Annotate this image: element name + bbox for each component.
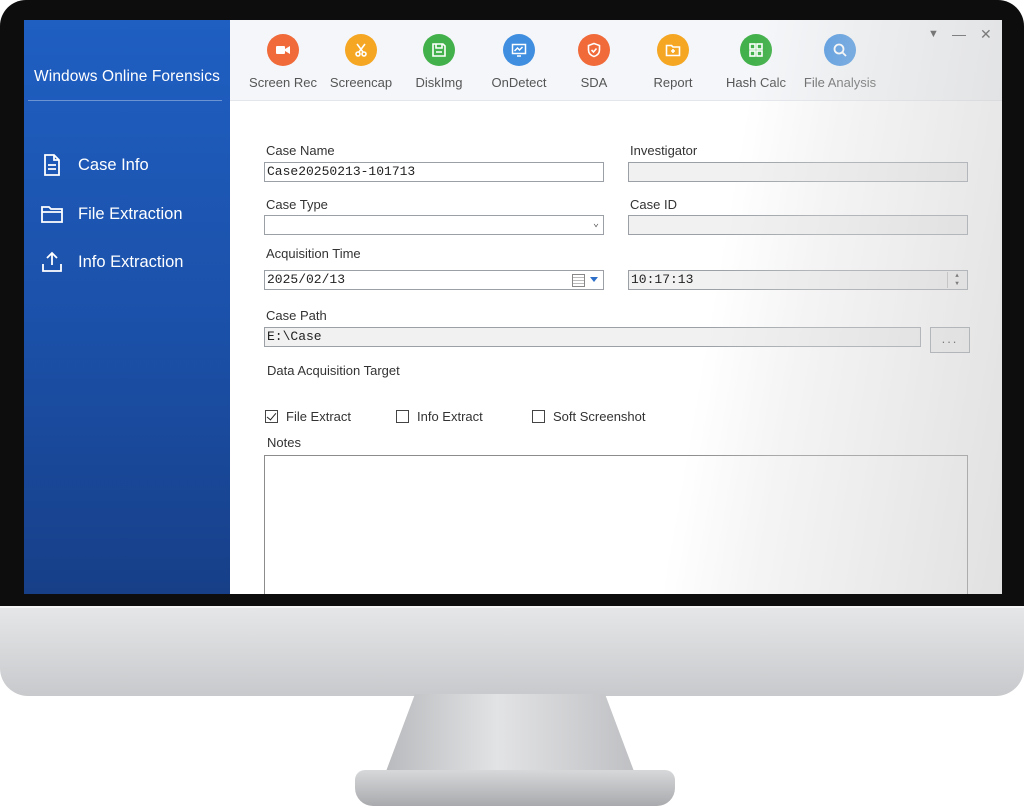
sidebar: Windows Online Forensics Case Info File … [24, 20, 230, 594]
checkbox-unchecked-icon[interactable] [532, 410, 545, 423]
sidebar-item-label: Case Info [78, 155, 149, 174]
monitor-chart-icon [503, 34, 535, 66]
checkbox-label: Info Extract [417, 409, 483, 424]
browse-button[interactable]: ... [930, 327, 970, 353]
close-button[interactable]: ✕ [980, 26, 992, 43]
checkbox-unchecked-icon[interactable] [396, 410, 409, 423]
checkbox-checked-icon[interactable] [265, 410, 278, 423]
screencap-button[interactable]: Screencap [321, 34, 401, 90]
upload-icon [42, 251, 62, 272]
notes-textarea[interactable] [264, 455, 968, 594]
app-window: Windows Online Forensics Case Info File … [24, 20, 1002, 594]
ondetect-button[interactable]: OnDetect [479, 34, 559, 90]
tool-label: Screencap [329, 75, 393, 90]
report-folder-icon [657, 34, 689, 66]
app-title: Windows Online Forensics [34, 68, 220, 85]
date-value: 2025/02/13 [267, 272, 346, 287]
sidebar-item-file-extraction[interactable]: File Extraction [40, 199, 183, 229]
window-menu-button[interactable]: ▼ [928, 28, 939, 40]
case-name-input[interactable]: Case20250213-101713 [264, 162, 604, 182]
date-picker[interactable]: 2025/02/13 [264, 270, 604, 290]
sidebar-item-label: File Extraction [78, 204, 183, 223]
hash-calc-button[interactable]: Hash Calc [716, 34, 796, 90]
sda-button[interactable]: SDA [554, 34, 634, 90]
case-info-form: Case Name Case20250213-101713 Investigat… [230, 101, 1002, 594]
grid-icon [740, 34, 772, 66]
acquisition-target-label: Data Acquisition Target [267, 363, 400, 378]
report-button[interactable]: Report [633, 34, 713, 90]
file-extract-checkbox[interactable]: File Extract [265, 409, 351, 424]
document-icon [44, 154, 60, 176]
magnifier-icon [824, 34, 856, 66]
tool-label: Report [653, 75, 693, 90]
case-id-input[interactable] [628, 215, 968, 235]
time-picker[interactable]: 10:17:13 ▲ ▼ [628, 270, 968, 290]
folder-icon [41, 206, 63, 223]
scissors-icon [345, 34, 377, 66]
monitor-chin [0, 606, 1024, 696]
case-path-label: Case Path [266, 308, 327, 323]
toolbar: Screen Rec Screencap DiskImg OnDetect SD… [230, 20, 1002, 101]
sidebar-divider [28, 100, 222, 101]
tool-label: DiskImg [415, 75, 463, 90]
sidebar-item-case-info[interactable]: Case Info [40, 150, 149, 180]
disk-save-icon [423, 34, 455, 66]
sidebar-item-info-extraction[interactable]: Info Extraction [40, 247, 183, 277]
monitor-stand-neck [385, 694, 635, 774]
screen-rec-button[interactable]: Screen Rec [243, 34, 323, 90]
file-analysis-button[interactable]: File Analysis [800, 34, 880, 90]
acquisition-time-label: Acquisition Time [266, 246, 361, 261]
investigator-input[interactable] [628, 162, 968, 182]
case-type-select[interactable]: ⌄ [264, 215, 604, 235]
tool-label: File Analysis [803, 75, 877, 90]
case-path-input[interactable]: E:\Case [264, 327, 921, 347]
time-spinner[interactable]: ▲ ▼ [947, 272, 966, 288]
notes-label: Notes [267, 435, 301, 450]
case-name-label: Case Name [266, 143, 335, 158]
tool-label: Hash Calc [726, 75, 786, 90]
diskimg-button[interactable]: DiskImg [399, 34, 479, 90]
minimize-button[interactable]: — [952, 26, 966, 42]
case-id-label: Case ID [630, 197, 677, 212]
dropdown-arrow-icon[interactable] [590, 277, 598, 282]
calendar-icon[interactable] [572, 274, 585, 287]
checkbox-label: Soft Screenshot [553, 409, 646, 424]
investigator-label: Investigator [630, 143, 698, 158]
monitor-stand-base [355, 770, 675, 806]
chevron-down-icon: ⌄ [592, 219, 599, 230]
tool-label: Screen Rec [249, 75, 317, 90]
spin-down-icon[interactable]: ▼ [948, 280, 966, 288]
case-type-label: Case Type [266, 197, 328, 212]
sidebar-item-label: Info Extraction [78, 252, 184, 271]
spin-up-icon[interactable]: ▲ [948, 272, 966, 280]
tool-label: SDA [580, 75, 608, 90]
time-value: 10:17:13 [631, 272, 694, 287]
shield-icon [578, 34, 610, 66]
tool-label: OnDetect [491, 75, 547, 90]
soft-screenshot-checkbox[interactable]: Soft Screenshot [532, 409, 646, 424]
info-extract-checkbox[interactable]: Info Extract [396, 409, 483, 424]
checkbox-label: File Extract [286, 409, 352, 424]
video-camera-icon [267, 34, 299, 66]
